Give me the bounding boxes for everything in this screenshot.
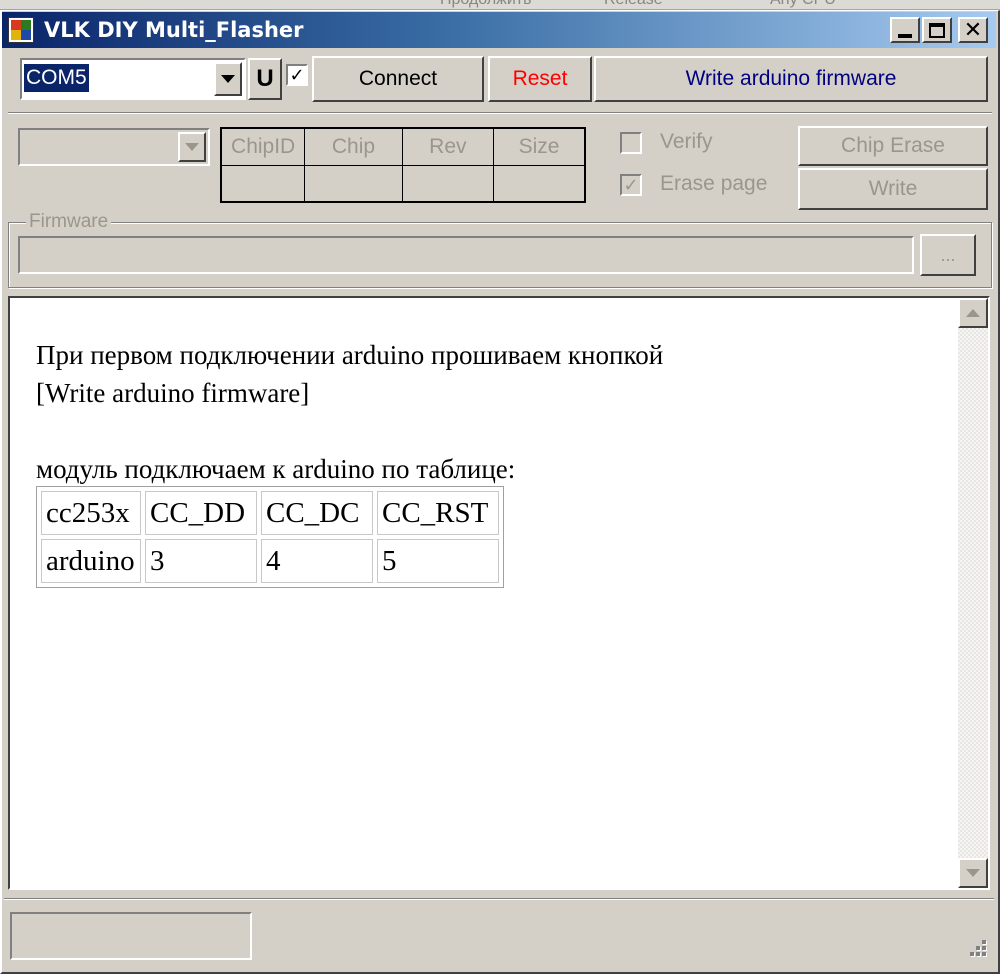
minimize-icon [898, 34, 912, 38]
status-panel [10, 912, 252, 960]
firmware-group-label: Firmware [26, 211, 112, 233]
bg-toolbar-item: Any CPU [770, 0, 836, 9]
chip-info-table: ChipID Chip Rev Size [220, 127, 586, 203]
pin-value-cell: 3 [145, 539, 257, 583]
chip-header-chipid: ChipID [220, 127, 306, 166]
close-button[interactable]: ✕ [958, 17, 988, 43]
info-line-2: [Write arduino firmware] [36, 378, 310, 408]
resize-grip-icon[interactable] [966, 936, 990, 960]
pin-value-cell: arduino [41, 539, 141, 583]
port-combobox[interactable]: COM5 [20, 58, 246, 100]
scroll-up-button[interactable] [958, 298, 988, 328]
pin-header-cell: CC_DD [145, 491, 257, 535]
pin-value-cell: 5 [377, 539, 499, 583]
chip-combobox[interactable] [18, 128, 210, 166]
arrow-down-icon [966, 869, 980, 877]
maximize-button[interactable] [922, 17, 952, 43]
arrow-up-icon [966, 309, 980, 317]
chevron-down-icon [185, 143, 199, 151]
close-icon: ✕ [963, 17, 983, 42]
info-line-3: модуль подключаем к arduino по таблице: [36, 454, 516, 484]
app-icon[interactable] [8, 17, 34, 43]
u-button[interactable]: U [248, 58, 282, 100]
browse-firmware-button[interactable]: ... [920, 234, 976, 276]
chip-value-size [493, 164, 586, 203]
pin-value-cell: 4 [261, 539, 373, 583]
erase-page-label: Erase page [660, 172, 768, 195]
port-value[interactable]: COM5 [23, 63, 90, 93]
verify-checkbox[interactable] [620, 132, 642, 154]
chevron-down-icon [221, 75, 235, 83]
info-line-1: При первом подключении arduino прошиваем… [36, 340, 664, 370]
firmware-path-input[interactable] [18, 236, 914, 274]
info-text: При первом подключении arduino прошиваем… [36, 336, 663, 488]
pin-header-cell: cc253x [41, 491, 141, 535]
write-button[interactable]: Write [798, 168, 988, 210]
window-title: VLK DIY Multi_Flasher [44, 18, 304, 42]
verify-label: Verify [660, 130, 713, 153]
pin-header-cell: CC_DC [261, 491, 373, 535]
port-dropdown-button[interactable] [214, 62, 242, 96]
bg-toolbar-item: Release [604, 0, 663, 9]
scroll-down-button[interactable] [958, 858, 988, 888]
reset-button[interactable]: Reset [488, 56, 592, 102]
table-row: arduino 3 4 5 [41, 539, 499, 583]
chip-erase-button[interactable]: Chip Erase [798, 126, 988, 166]
chip-value-chip [304, 164, 403, 203]
chip-dropdown-button[interactable] [178, 132, 206, 162]
u-checkbox[interactable]: ✓ [286, 64, 308, 86]
info-content-area[interactable]: При первом подключении arduino прошиваем… [8, 296, 990, 890]
group-separator [8, 112, 992, 114]
chip-header-size: Size [493, 127, 586, 166]
chip-value-chipid [220, 164, 306, 203]
pin-header-cell: CC_RST [377, 491, 499, 535]
minimize-button[interactable] [890, 17, 920, 43]
background-toolbar: Продолжить Release Any CPU [0, 0, 1000, 10]
vertical-scrollbar[interactable] [958, 298, 988, 888]
table-row: cc253x CC_DD CC_DC CC_RST [41, 491, 499, 535]
bg-toolbar-item: Продолжить [440, 0, 531, 9]
write-arduino-firmware-button[interactable]: Write arduino firmware [594, 56, 988, 102]
pin-mapping-table: cc253x CC_DD CC_DC CC_RST arduino 3 4 5 [36, 486, 504, 588]
maximize-icon [929, 22, 945, 38]
chip-value-rev [401, 164, 495, 203]
connect-button[interactable]: Connect [312, 56, 484, 102]
status-separator [4, 898, 994, 900]
erase-page-checkbox[interactable]: ✓ [620, 174, 642, 196]
chip-header-chip: Chip [304, 127, 403, 166]
chip-header-rev: Rev [401, 127, 495, 166]
